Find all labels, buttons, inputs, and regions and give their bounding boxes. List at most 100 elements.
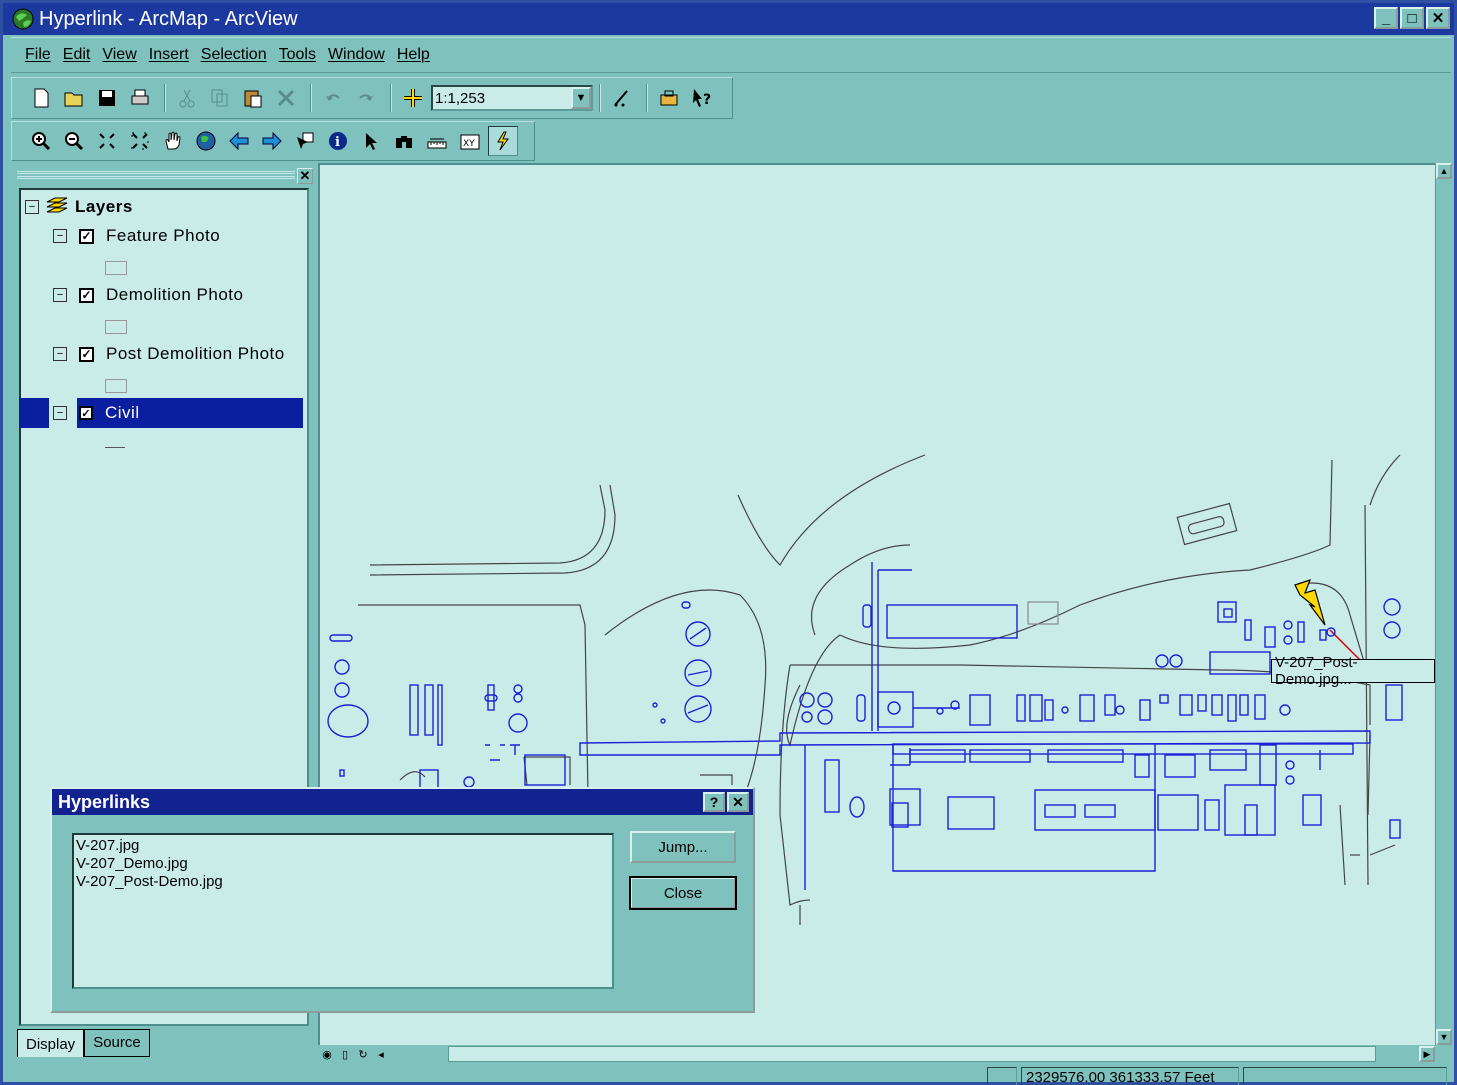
layer-symbol [105, 261, 127, 275]
jump-button[interactable]: Jump... [630, 831, 736, 863]
pause-drawing-icon[interactable]: ◂ [372, 1046, 390, 1062]
horizontal-scrollbar[interactable] [448, 1046, 1376, 1062]
new-document-icon[interactable] [26, 83, 56, 113]
layer-symbol [105, 379, 127, 393]
panel-grip[interactable] [17, 171, 295, 179]
cut-icon[interactable] [172, 83, 202, 113]
save-icon[interactable] [92, 83, 122, 113]
hyperlink-lightning-icon[interactable] [488, 126, 518, 156]
find-binoculars-icon[interactable] [389, 126, 419, 156]
menu-edit[interactable]: Edit [63, 46, 91, 64]
svg-text:XY: XY [463, 139, 475, 149]
chevron-down-icon[interactable]: ▼ [571, 87, 591, 109]
menu-bar: File Edit View Insert Selection Tools Wi… [11, 37, 1451, 73]
hyperlinks-dialog: Hyperlinks ? ✕ V-207.jpg V-207_Demo.jpg … [50, 787, 755, 1013]
layer-row-feature-photo[interactable]: − ✓ Feature Photo [53, 221, 220, 251]
menu-insert[interactable]: Insert [149, 46, 189, 64]
redo-icon[interactable] [351, 83, 381, 113]
scroll-up-icon[interactable]: ▲ [1436, 163, 1452, 179]
separator [599, 84, 601, 112]
tab-display[interactable]: Display [17, 1029, 85, 1057]
fixed-zoom-in-icon[interactable] [92, 126, 122, 156]
map-scale-combobox[interactable]: 1:1,253 ▼ [431, 85, 593, 111]
menu-help[interactable]: Help [397, 46, 430, 64]
svg-text:?: ? [703, 92, 711, 108]
open-folder-icon[interactable] [59, 83, 89, 113]
close-panel-icon[interactable]: ✕ [297, 168, 313, 184]
menu-selection[interactable]: Selection [201, 46, 267, 64]
layer-row-demolition-photo[interactable]: − ✓ Demolition Photo [53, 280, 243, 310]
dialog-title-bar[interactable]: Hyperlinks ? ✕ [52, 789, 753, 815]
collapse-icon[interactable]: − [53, 229, 67, 243]
full-extent-globe-icon[interactable] [191, 126, 221, 156]
scroll-down-icon[interactable]: ▼ [1436, 1029, 1452, 1045]
restore-button[interactable]: □ [1400, 7, 1424, 29]
layer-label: Post Demolition Photo [106, 344, 285, 363]
go-to-xy-icon[interactable]: XY [455, 126, 485, 156]
status-cell [1243, 1067, 1447, 1085]
select-features-icon[interactable] [290, 126, 320, 156]
collapse-icon[interactable]: − [53, 406, 67, 420]
delete-icon[interactable] [271, 83, 301, 113]
dialog-help-button[interactable]: ? [703, 792, 725, 812]
hyperlink-tooltip: V-207_Post-Demo.jpg... [1271, 654, 1435, 688]
separator [390, 84, 392, 112]
arctoolbox-icon[interactable] [654, 83, 684, 113]
tab-source[interactable]: Source [84, 1029, 150, 1057]
menu-window[interactable]: Window [328, 46, 385, 64]
list-item[interactable]: V-207.jpg [76, 837, 610, 855]
identify-info-icon[interactable]: i [323, 126, 353, 156]
print-icon[interactable] [125, 83, 155, 113]
dialog-close-icon[interactable]: ✕ [727, 792, 749, 812]
editor-toolbar-icon[interactable] [607, 83, 637, 113]
menu-tools[interactable]: Tools [279, 46, 316, 64]
layer-visibility-checkbox[interactable]: ✓ [79, 287, 94, 303]
status-bar: 2329576.00 361333.57 Feet [11, 1066, 1451, 1085]
layer-label: Demolition Photo [106, 285, 244, 304]
selection-highlight [19, 398, 49, 428]
minimize-button[interactable]: _ [1374, 7, 1398, 29]
add-data-icon[interactable] [398, 83, 428, 113]
window-title: Hyperlink - ArcMap - ArcView [39, 7, 298, 30]
layer-row-civil[interactable]: − ✓ Civil [53, 398, 307, 428]
measure-icon[interactable] [422, 126, 452, 156]
fixed-zoom-out-icon[interactable] [125, 126, 155, 156]
layer-visibility-checkbox[interactable]: ✓ [79, 228, 94, 244]
collapse-icon[interactable]: − [53, 288, 67, 302]
layer-visibility-checkbox[interactable]: ✓ [79, 346, 94, 362]
list-item[interactable]: V-207_Post-Demo.jpg [76, 873, 610, 891]
pan-hand-icon[interactable] [158, 126, 188, 156]
title-bar[interactable]: Hyperlink - ArcMap - ArcView _ □ ✕ [3, 3, 1454, 35]
select-elements-arrow-icon[interactable] [356, 126, 386, 156]
hyperlinks-listbox[interactable]: V-207.jpg V-207_Demo.jpg V-207_Post-Demo… [72, 833, 614, 989]
map-view-bar: ◉ ▯ ↻ ◂ ▶ [318, 1045, 1435, 1063]
forward-extent-arrow-icon[interactable] [257, 126, 287, 156]
menu-view[interactable]: View [102, 46, 136, 64]
back-extent-arrow-icon[interactable] [224, 126, 254, 156]
layer-visibility-checkbox[interactable]: ✓ [79, 406, 93, 420]
selected-layer-highlight: ✓ Civil [77, 398, 303, 428]
scroll-right-icon[interactable]: ▶ [1419, 1046, 1435, 1062]
zoom-in-icon[interactable] [26, 126, 56, 156]
collapse-icon[interactable]: − [53, 347, 67, 361]
refresh-icon[interactable]: ↻ [354, 1046, 372, 1062]
arcmap-window: Hyperlink - ArcMap - ArcView _ □ ✕ File … [0, 0, 1457, 1085]
close-button[interactable]: Close [629, 876, 737, 910]
menu-file[interactable]: File [25, 46, 51, 64]
data-view-globe-icon[interactable]: ◉ [318, 1046, 336, 1062]
whats-this-help-icon[interactable]: ? [687, 83, 717, 113]
layout-view-page-icon[interactable]: ▯ [336, 1046, 354, 1062]
toc-tabs: Display Source [17, 1029, 150, 1057]
paste-icon[interactable] [238, 83, 268, 113]
copy-icon[interactable] [205, 83, 235, 113]
status-cell [987, 1067, 1017, 1085]
layer-row-post-demolition-photo[interactable]: − ✓ Post Demolition Photo [53, 339, 285, 369]
dialog-title: Hyperlinks [58, 791, 151, 812]
collapse-icon[interactable]: − [25, 200, 39, 214]
close-window-button[interactable]: ✕ [1426, 7, 1450, 29]
layers-root-row[interactable]: − Layers [25, 192, 133, 222]
zoom-out-icon[interactable] [59, 126, 89, 156]
vertical-scrollbar[interactable]: ▲ ▼ [1435, 163, 1452, 1045]
undo-icon[interactable] [318, 83, 348, 113]
list-item[interactable]: V-207_Demo.jpg [76, 855, 610, 873]
